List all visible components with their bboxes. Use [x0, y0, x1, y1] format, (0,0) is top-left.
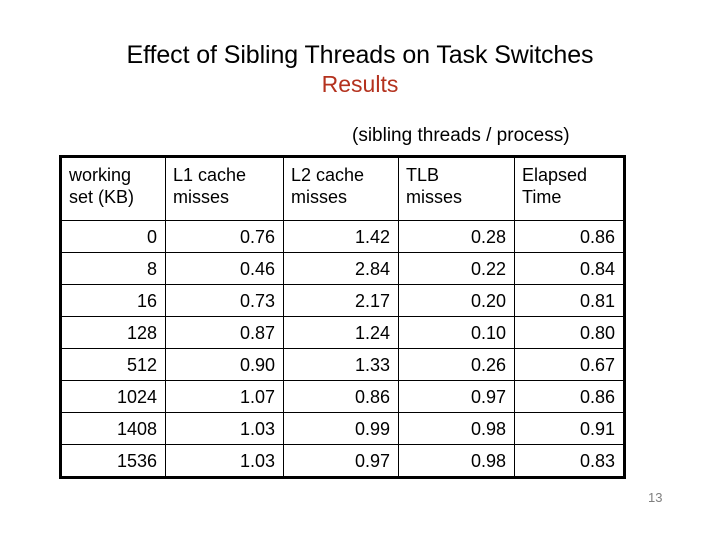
cell-l2-cache-misses: 2.84: [283, 252, 399, 285]
slide-canvas: Effect of Sibling Threads on Task Switch…: [0, 0, 720, 540]
cell-l1-cache-misses: 0.87: [165, 316, 284, 349]
column-header-line1: L2 cache: [291, 165, 365, 185]
cell-working-set: 8: [60, 252, 166, 285]
table-row: 512 0.90 1.33 0.26 0.67: [60, 348, 625, 381]
cell-tlb-misses: 0.10: [398, 316, 515, 349]
cell-working-set: 512: [60, 348, 166, 381]
column-header-line1: L1 cache: [173, 165, 247, 185]
cell-tlb-misses: 0.20: [398, 284, 515, 317]
cell-l1-cache-misses: 1.07: [165, 380, 284, 413]
table-row: 1024 1.07 0.86 0.97 0.86: [60, 380, 625, 413]
page-title: Effect of Sibling Threads on Task Switch…: [126, 41, 594, 69]
table-row: 0 0.76 1.42 0.28 0.86: [60, 220, 625, 253]
column-header-line1: Elapsed: [522, 165, 588, 185]
cell-l1-cache-misses: 0.73: [165, 284, 284, 317]
cell-working-set: 128: [60, 316, 166, 349]
column-header-tlb-misses: TLB misses: [398, 156, 515, 221]
column-header-elapsed-time: Elapsed Time: [514, 156, 625, 221]
page-number: 13: [648, 490, 663, 505]
cell-l1-cache-misses: 1.03: [165, 412, 284, 445]
table-caption: (sibling threads / process): [352, 125, 570, 146]
cell-l1-cache-misses: 1.03: [165, 444, 284, 478]
table-header-row: working set (KB) L1 cache misses L2 cach…: [60, 156, 625, 221]
column-header-line2: misses: [406, 187, 463, 207]
cell-working-set: 16: [60, 284, 166, 317]
cell-l1-cache-misses: 0.76: [165, 220, 284, 253]
column-header-l1-cache-misses: L1 cache misses: [165, 156, 284, 221]
cell-l1-cache-misses: 0.90: [165, 348, 284, 381]
slide-title-block: Effect of Sibling Threads on Task Switch…: [0, 40, 720, 99]
cell-tlb-misses: 0.98: [398, 412, 515, 445]
cell-working-set: 1536: [60, 444, 166, 478]
column-header-line1: working: [69, 165, 132, 185]
cell-elapsed-time: 0.86: [514, 380, 625, 413]
column-header-line2: misses: [173, 187, 230, 207]
cell-l2-cache-misses: 0.97: [283, 444, 399, 478]
cell-elapsed-time: 0.80: [514, 316, 625, 349]
cell-tlb-misses: 0.22: [398, 252, 515, 285]
cell-tlb-misses: 0.98: [398, 444, 515, 478]
cell-elapsed-time: 0.84: [514, 252, 625, 285]
column-header-line2: set (KB): [69, 187, 135, 207]
table-row: 1408 1.03 0.99 0.98 0.91: [60, 412, 625, 445]
cell-l2-cache-misses: 0.86: [283, 380, 399, 413]
cell-l2-cache-misses: 0.99: [283, 412, 399, 445]
cell-l1-cache-misses: 0.46: [165, 252, 284, 285]
cell-tlb-misses: 0.97: [398, 380, 515, 413]
cell-working-set: 0: [60, 220, 166, 253]
table-row: 128 0.87 1.24 0.10 0.80: [60, 316, 625, 349]
column-header-working-set: working set (KB): [60, 156, 166, 221]
cell-elapsed-time: 0.86: [514, 220, 625, 253]
column-header-l2-cache-misses: L2 cache misses: [283, 156, 399, 221]
cell-tlb-misses: 0.28: [398, 220, 515, 253]
table-row: 8 0.46 2.84 0.22 0.84: [60, 252, 625, 285]
table-row: 1536 1.03 0.97 0.98 0.83: [60, 444, 625, 478]
table-row: 16 0.73 2.17 0.20 0.81: [60, 284, 625, 317]
cell-l2-cache-misses: 2.17: [283, 284, 399, 317]
cell-working-set: 1024: [60, 380, 166, 413]
results-table: working set (KB) L1 cache misses L2 cach…: [59, 155, 626, 479]
column-header-line1: TLB: [406, 165, 440, 185]
cell-l2-cache-misses: 1.33: [283, 348, 399, 381]
cell-l2-cache-misses: 1.42: [283, 220, 399, 253]
cell-elapsed-time: 0.91: [514, 412, 625, 445]
cell-elapsed-time: 0.81: [514, 284, 625, 317]
column-header-line2: misses: [291, 187, 348, 207]
cell-tlb-misses: 0.26: [398, 348, 515, 381]
cell-l2-cache-misses: 1.24: [283, 316, 399, 349]
cell-elapsed-time: 0.83: [514, 444, 625, 478]
column-header-line2: Time: [522, 187, 562, 207]
cell-elapsed-time: 0.67: [514, 348, 625, 381]
cell-working-set: 1408: [60, 412, 166, 445]
page-subtitle: Results: [321, 71, 399, 97]
